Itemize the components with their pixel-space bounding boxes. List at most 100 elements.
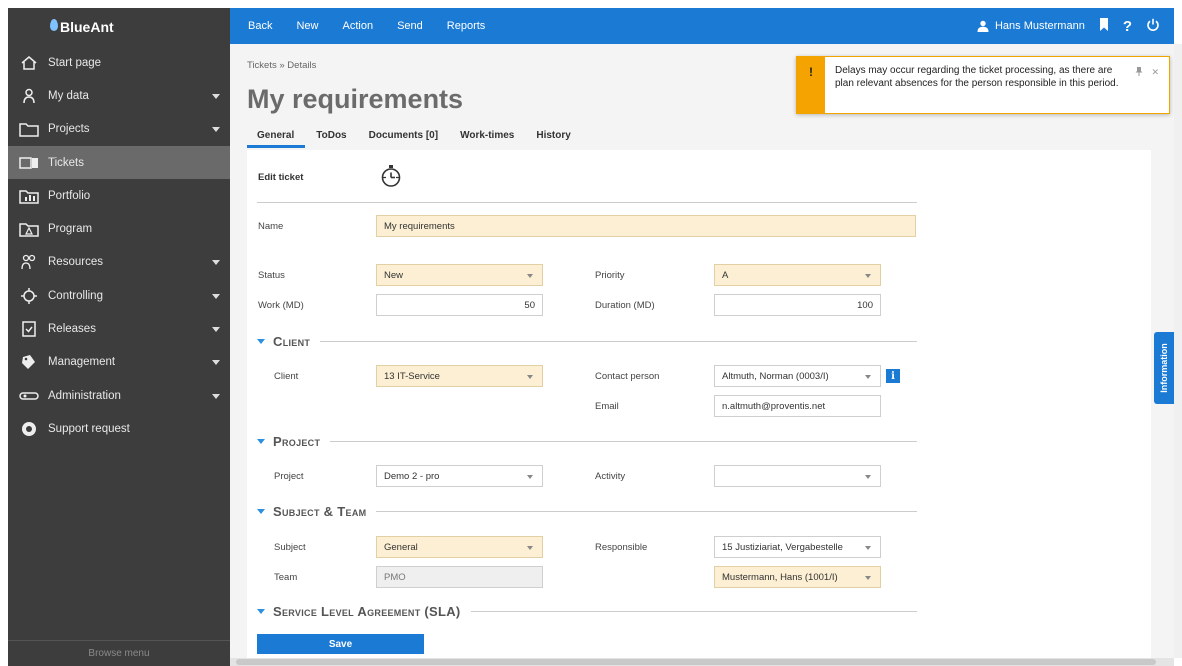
action-button[interactable]: Action <box>330 20 385 32</box>
vertical-scrollbar[interactable] <box>1174 44 1182 658</box>
home-icon <box>18 54 40 72</box>
folder-icon <box>18 120 40 138</box>
subject-team-section-header[interactable]: Subject & Team <box>257 504 917 519</box>
team-member-select[interactable]: Mustermann, Hans (1001/I) <box>714 566 881 588</box>
sidebar-item-label: Management <box>48 356 116 369</box>
controlling-icon <box>18 287 40 305</box>
team-field: PMO <box>376 566 543 588</box>
chevron-down-icon <box>527 274 533 278</box>
chevron-down-icon <box>212 93 220 99</box>
close-icon[interactable]: ✕ <box>1151 67 1159 78</box>
sidebar-item-label: Projects <box>48 123 90 136</box>
sidebar-item-label: My data <box>48 89 89 102</box>
power-icon[interactable] <box>1146 18 1160 35</box>
project-select[interactable]: Demo 2 - pro <box>376 465 543 487</box>
sidebar-item-start-page[interactable]: Start page <box>8 46 230 79</box>
team-value: PMO <box>384 571 406 583</box>
help-icon[interactable]: ? <box>1123 18 1132 35</box>
duration-input[interactable]: 100 <box>714 294 881 316</box>
tab-general[interactable]: General <box>247 130 306 148</box>
email-field[interactable]: n.altmuth@proventis.net <box>714 395 881 417</box>
divider <box>330 441 917 442</box>
sidebar-item-label: Portfolio <box>48 189 91 202</box>
user-menu[interactable]: Hans Mustermann <box>977 20 1085 32</box>
sidebar-item-projects[interactable]: Projects <box>8 113 230 146</box>
send-button[interactable]: Send <box>385 20 435 32</box>
info-icon[interactable]: i <box>886 369 900 383</box>
sidebar-item-releases[interactable]: Releases <box>8 312 230 345</box>
client-select[interactable]: 13 IT-Service <box>376 365 543 387</box>
section-title: Client <box>273 334 311 349</box>
tab-work-times[interactable]: Work-times <box>449 130 525 148</box>
divider <box>470 611 917 612</box>
save-button[interactable]: Save <box>257 634 424 654</box>
chevron-down-icon <box>527 546 533 550</box>
collapse-triangle-icon <box>257 509 265 514</box>
sidebar-item-administration[interactable]: Administration <box>8 379 230 412</box>
priority-select[interactable]: A <box>714 264 881 286</box>
chevron-down-icon <box>865 375 871 379</box>
chevron-down-icon <box>527 475 533 479</box>
project-value: Demo 2 - pro <box>384 470 440 482</box>
chevron-down-icon <box>212 327 220 333</box>
back-button[interactable]: Back <box>230 20 284 32</box>
notification-message: Delays may occur regarding the ticket pr… <box>835 65 1119 89</box>
support-icon <box>18 420 40 438</box>
page-title: My requirements <box>247 84 464 114</box>
horizontal-scrollbar[interactable] <box>230 658 1174 666</box>
status-select[interactable]: New <box>376 264 543 286</box>
client-section-header[interactable]: Client <box>257 334 917 349</box>
duration-value: 100 <box>857 299 873 311</box>
scrollbar-thumb[interactable] <box>236 659 1156 665</box>
tab-history[interactable]: History <box>525 130 581 148</box>
sidebar-item-controlling[interactable]: Controlling <box>8 279 230 312</box>
sidebar-item-tickets[interactable]: Tickets <box>8 145 230 180</box>
stopwatch-icon[interactable] <box>380 164 402 191</box>
bookmark-icon[interactable] <box>1099 18 1109 34</box>
sidebar-item-program[interactable]: Program <box>8 212 230 245</box>
client-label: Client <box>274 371 299 382</box>
name-field[interactable]: My requirements <box>376 215 916 237</box>
responsible-select[interactable]: 15 Justiziariat, Vergabestelle <box>714 536 881 558</box>
browse-menu-button[interactable]: Browse menu <box>8 640 230 666</box>
status-value: New <box>384 269 404 281</box>
responsible-value: 15 Justiziariat, Vergabestelle <box>722 541 843 553</box>
subject-label: Subject <box>274 542 306 553</box>
ticket-form: Edit ticket Name My requirements Status … <box>247 150 1151 666</box>
divider <box>320 341 917 342</box>
priority-label: Priority <box>595 270 625 281</box>
collapse-triangle-icon <box>257 339 265 344</box>
sidebar-item-label: Program <box>48 223 93 236</box>
chevron-down-icon <box>527 375 533 379</box>
tab-documents[interactable]: Documents [0] <box>358 130 449 148</box>
program-icon <box>18 220 40 238</box>
chevron-down-icon <box>212 127 220 133</box>
pin-icon[interactable] <box>1135 67 1143 78</box>
priority-value: A <box>722 269 729 281</box>
subject-select[interactable]: General <box>376 536 543 558</box>
work-input[interactable]: 50 <box>376 294 543 316</box>
breadcrumb[interactable]: Tickets » Details <box>247 60 316 71</box>
responsible-label: Responsible <box>595 542 648 553</box>
user-name: Hans Mustermann <box>994 20 1085 32</box>
chevron-down-icon <box>212 260 220 266</box>
new-button[interactable]: New <box>284 20 330 32</box>
app-logo[interactable]: BlueAnt <box>8 8 230 46</box>
sidebar-item-my-data[interactable]: My data <box>8 79 230 112</box>
edit-ticket-label: Edit ticket <box>258 172 304 183</box>
sidebar-item-resources[interactable]: Resources <box>8 246 230 279</box>
activity-select[interactable] <box>714 465 881 487</box>
project-section-header[interactable]: Project <box>257 434 917 449</box>
sidebar-item-support-request[interactable]: Support request <box>8 412 230 445</box>
subject-value: General <box>384 541 418 553</box>
contact-select[interactable]: Altmuth, Norman (0003/I) <box>714 365 881 387</box>
team-label: Team <box>274 572 298 583</box>
sidebar-item-label: Start page <box>48 56 102 69</box>
sidebar-item-management[interactable]: Management <box>8 346 230 379</box>
tab-todos[interactable]: ToDos <box>305 130 357 148</box>
sidebar-item-label: Support request <box>48 422 130 435</box>
information-side-tab[interactable]: Information <box>1154 332 1174 404</box>
reports-button[interactable]: Reports <box>435 20 498 32</box>
sla-section-header[interactable]: Service Level Agreement (SLA) <box>257 604 917 619</box>
sidebar-item-portfolio[interactable]: Portfolio <box>8 179 230 212</box>
